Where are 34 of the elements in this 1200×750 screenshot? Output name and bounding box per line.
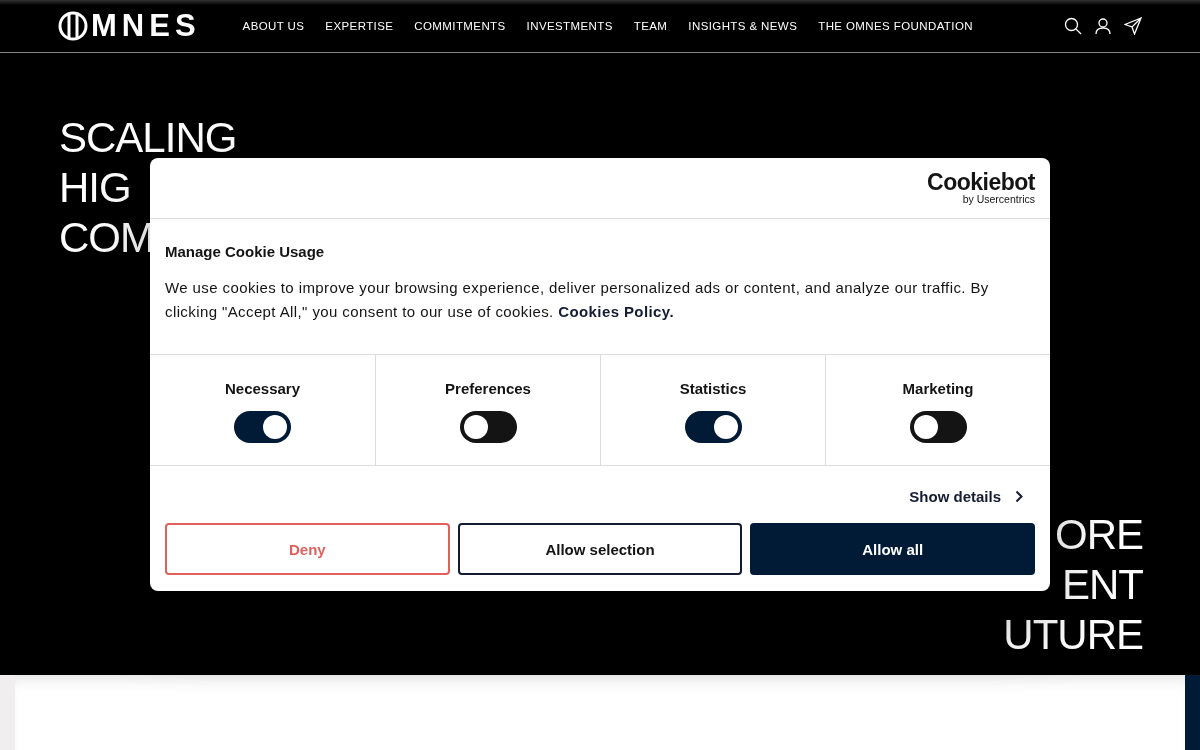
category-label: Necessary (224, 380, 301, 397)
category-label: Preferences (445, 380, 531, 397)
nav-link[interactable]: INVESTMENTS (526, 20, 613, 32)
nav-link[interactable]: COMMITMENTS (414, 20, 506, 32)
toggle-switch[interactable] (234, 411, 291, 443)
nav-link[interactable]: TEAM (633, 20, 668, 32)
toggle-switch[interactable] (684, 411, 742, 443)
logo-mark-icon (58, 11, 88, 41)
dialog-button[interactable]: Allow selection (457, 523, 743, 575)
toggle-switch[interactable] (459, 411, 517, 443)
nav-link[interactable]: INSIGHTS & NEWS (688, 20, 798, 32)
brand-subtitle: by Usercentrics (962, 194, 1035, 205)
toggle-switch[interactable] (909, 411, 967, 443)
hero-heading-line: ORE (1055, 510, 1143, 560)
show-details-link[interactable]: Show details (909, 488, 1023, 505)
search-icon[interactable] (1064, 17, 1082, 35)
hero-heading-line: SCALING (59, 113, 237, 163)
category-label: Statistics (679, 380, 747, 397)
dialog-title: Manage Cookie Usage (165, 243, 326, 260)
chevron-icon (1015, 490, 1023, 503)
nav-link[interactable]: ABOUT US (242, 20, 305, 32)
nav-link[interactable]: THE OMNES FOUNDATION (818, 20, 973, 32)
dialog-text: We use cookies to improve your browsing experience, deliver personalized ads or content, and analyze our traffic. By clicking "Accept All," you consent to our use of cookies. Cookies Policy. (165, 278, 990, 322)
nav-link[interactable]: EXPERTISE (325, 20, 394, 32)
hero-heading-line: ENT (1062, 560, 1143, 610)
hero-heading-line: UTURE (1003, 610, 1143, 660)
hero-heading-line: HIG (59, 163, 131, 213)
brand-logo: Cookiebot (927, 171, 1035, 195)
logo-text[interactable]: MNES (91, 8, 201, 44)
category-label: Marketing (902, 380, 974, 397)
dialog-button[interactable]: Allow all (750, 523, 1035, 575)
user-icon[interactable] (1094, 17, 1112, 35)
policy-link[interactable]: Cookies Policy. (558, 303, 674, 320)
send-icon[interactable] (1124, 17, 1142, 35)
